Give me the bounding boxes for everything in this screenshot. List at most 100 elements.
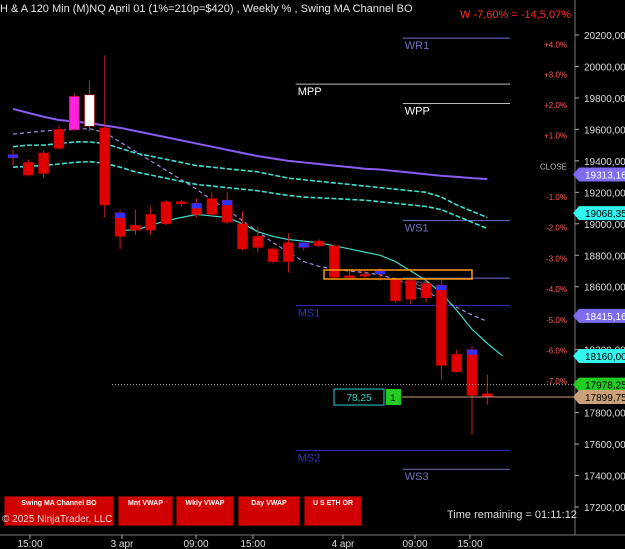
level-label-wr1: WR1 xyxy=(405,40,429,52)
percent-scale-label: -5.0% xyxy=(546,316,567,325)
price-tag-purple: 18415,16 xyxy=(573,308,625,323)
price-tag-cyan: 19068,35 xyxy=(573,206,625,221)
price-tag-label: 19068,35 xyxy=(585,209,625,220)
candle-body xyxy=(313,240,325,247)
price-tag-label: 19313,16 xyxy=(585,171,625,182)
price-tick-label: 19400,00 xyxy=(584,157,625,168)
percent-scale-label: -4.0% xyxy=(546,285,567,294)
candle-body xyxy=(420,283,432,299)
candle xyxy=(84,80,95,131)
order-qty-label: 1 xyxy=(390,393,395,403)
candle-body xyxy=(436,284,447,366)
candle xyxy=(436,280,447,380)
candle xyxy=(344,271,355,279)
price-chart[interactable]: WR1MPPWPPWS1WS2MS1MS2WS3 20200,0020000,0… xyxy=(0,0,625,549)
candle-body xyxy=(38,152,49,174)
percent-scale-label: -1.0% xyxy=(546,193,567,202)
price-tag-purple: 19313,16 xyxy=(573,167,625,182)
price-tick-label: 17800,00 xyxy=(584,409,625,420)
weekly-vwap-button[interactable]: Wkly VWAP xyxy=(176,496,234,526)
candle-body xyxy=(206,198,218,215)
candle xyxy=(206,192,218,216)
candle-body xyxy=(130,225,141,231)
month-vwap-button[interactable]: Mnt VWAP xyxy=(118,496,173,526)
price-tick-label: 19600,00 xyxy=(584,125,625,136)
candle xyxy=(99,55,111,218)
candle-body xyxy=(451,354,463,372)
candle-blue-paint xyxy=(191,203,202,209)
percent-scale-label: -2.0% xyxy=(546,224,567,233)
candle-body xyxy=(53,129,65,149)
candle xyxy=(451,349,463,372)
day-vwap-button[interactable]: Day VWAP xyxy=(238,496,300,526)
percent-scale-label: CLOSE xyxy=(540,163,567,172)
candle-blue-paint xyxy=(375,271,386,275)
price-tag-green: 17978,25 xyxy=(573,377,625,392)
overlays: 78,25 1 xyxy=(112,269,573,406)
price-tick-label: 19000,00 xyxy=(584,220,625,231)
copyright-text: © 2025 NinjaTrader, LLC xyxy=(2,514,113,525)
price-tag-label: 17899,75 xyxy=(585,393,625,404)
time-tick-label: 09:00 xyxy=(402,539,427,549)
candle-blue-paint xyxy=(222,200,233,206)
candle-magenta-paint xyxy=(69,123,80,130)
candle-body xyxy=(160,201,172,225)
candle-body xyxy=(252,236,264,248)
price-tag-label: 17978,25 xyxy=(585,381,625,392)
candle xyxy=(481,374,493,405)
order-box[interactable]: 78,25 1 xyxy=(333,388,401,406)
chart-title: H & A 120 Min (M)NQ April 01 (1%=210p=$4… xyxy=(0,3,413,15)
candle xyxy=(7,149,19,166)
candle-body xyxy=(267,248,279,262)
candle xyxy=(22,159,34,177)
level-label-ms2: MS2 xyxy=(298,452,321,464)
candle xyxy=(328,244,340,279)
price-tick-label: 20200,00 xyxy=(584,31,625,42)
candle xyxy=(38,149,49,179)
candle xyxy=(390,277,401,303)
price-tick-label: 18800,00 xyxy=(584,251,625,262)
time-tick-label: 15:00 xyxy=(17,539,42,549)
candle-body xyxy=(145,214,156,231)
price-tick-label: 20000,00 xyxy=(584,62,625,73)
price-tick-label: 17200,00 xyxy=(584,503,625,514)
candle-body xyxy=(405,280,417,300)
candle xyxy=(68,93,80,131)
candle xyxy=(53,126,65,150)
price-tick-label: 17400,00 xyxy=(584,472,625,483)
price-tick-label: 19800,00 xyxy=(584,94,625,105)
candle xyxy=(145,206,156,235)
candle-blue-paint xyxy=(8,154,18,158)
candle xyxy=(313,239,325,248)
level-label-mpp: MPP xyxy=(298,86,322,98)
candle xyxy=(221,192,233,224)
candle xyxy=(176,200,187,207)
candle xyxy=(114,209,126,249)
candle-body xyxy=(344,275,355,279)
level-label-wpp: WPP xyxy=(405,105,430,117)
price-tick-label: 18600,00 xyxy=(584,283,625,294)
ma-slow-line xyxy=(12,107,488,180)
level-label-ws1: WS1 xyxy=(405,223,429,235)
candle-body xyxy=(237,223,248,250)
candle-blue-paint xyxy=(298,242,309,248)
time-tick-label: 4 apr xyxy=(332,539,355,549)
level-label-ws3: WS3 xyxy=(405,471,429,483)
candle-body xyxy=(22,162,34,176)
price-tick-label: 19200,00 xyxy=(584,188,625,199)
percent-scale-label: -6.0% xyxy=(546,346,567,355)
percent-scale-label: -3.0% xyxy=(546,254,567,263)
price-tag-label: 18160,00 xyxy=(585,352,625,363)
candle-body xyxy=(481,393,493,398)
candle-body xyxy=(359,273,371,277)
pivot-levels: WR1MPPWPPWS1WS2MS1MS2WS3 xyxy=(295,37,510,483)
price-tag-tan: 17899,75 xyxy=(573,390,625,405)
candle xyxy=(267,247,279,264)
candle-body xyxy=(99,127,111,206)
time-remaining: Time remaining = 01:11:12 xyxy=(447,509,577,521)
candle-body xyxy=(328,245,340,278)
price-tick-label: 17600,00 xyxy=(584,440,625,451)
candle-body xyxy=(176,201,187,205)
us-eth-or-button[interactable]: U S ETH OR xyxy=(304,496,362,526)
candle xyxy=(420,280,432,303)
